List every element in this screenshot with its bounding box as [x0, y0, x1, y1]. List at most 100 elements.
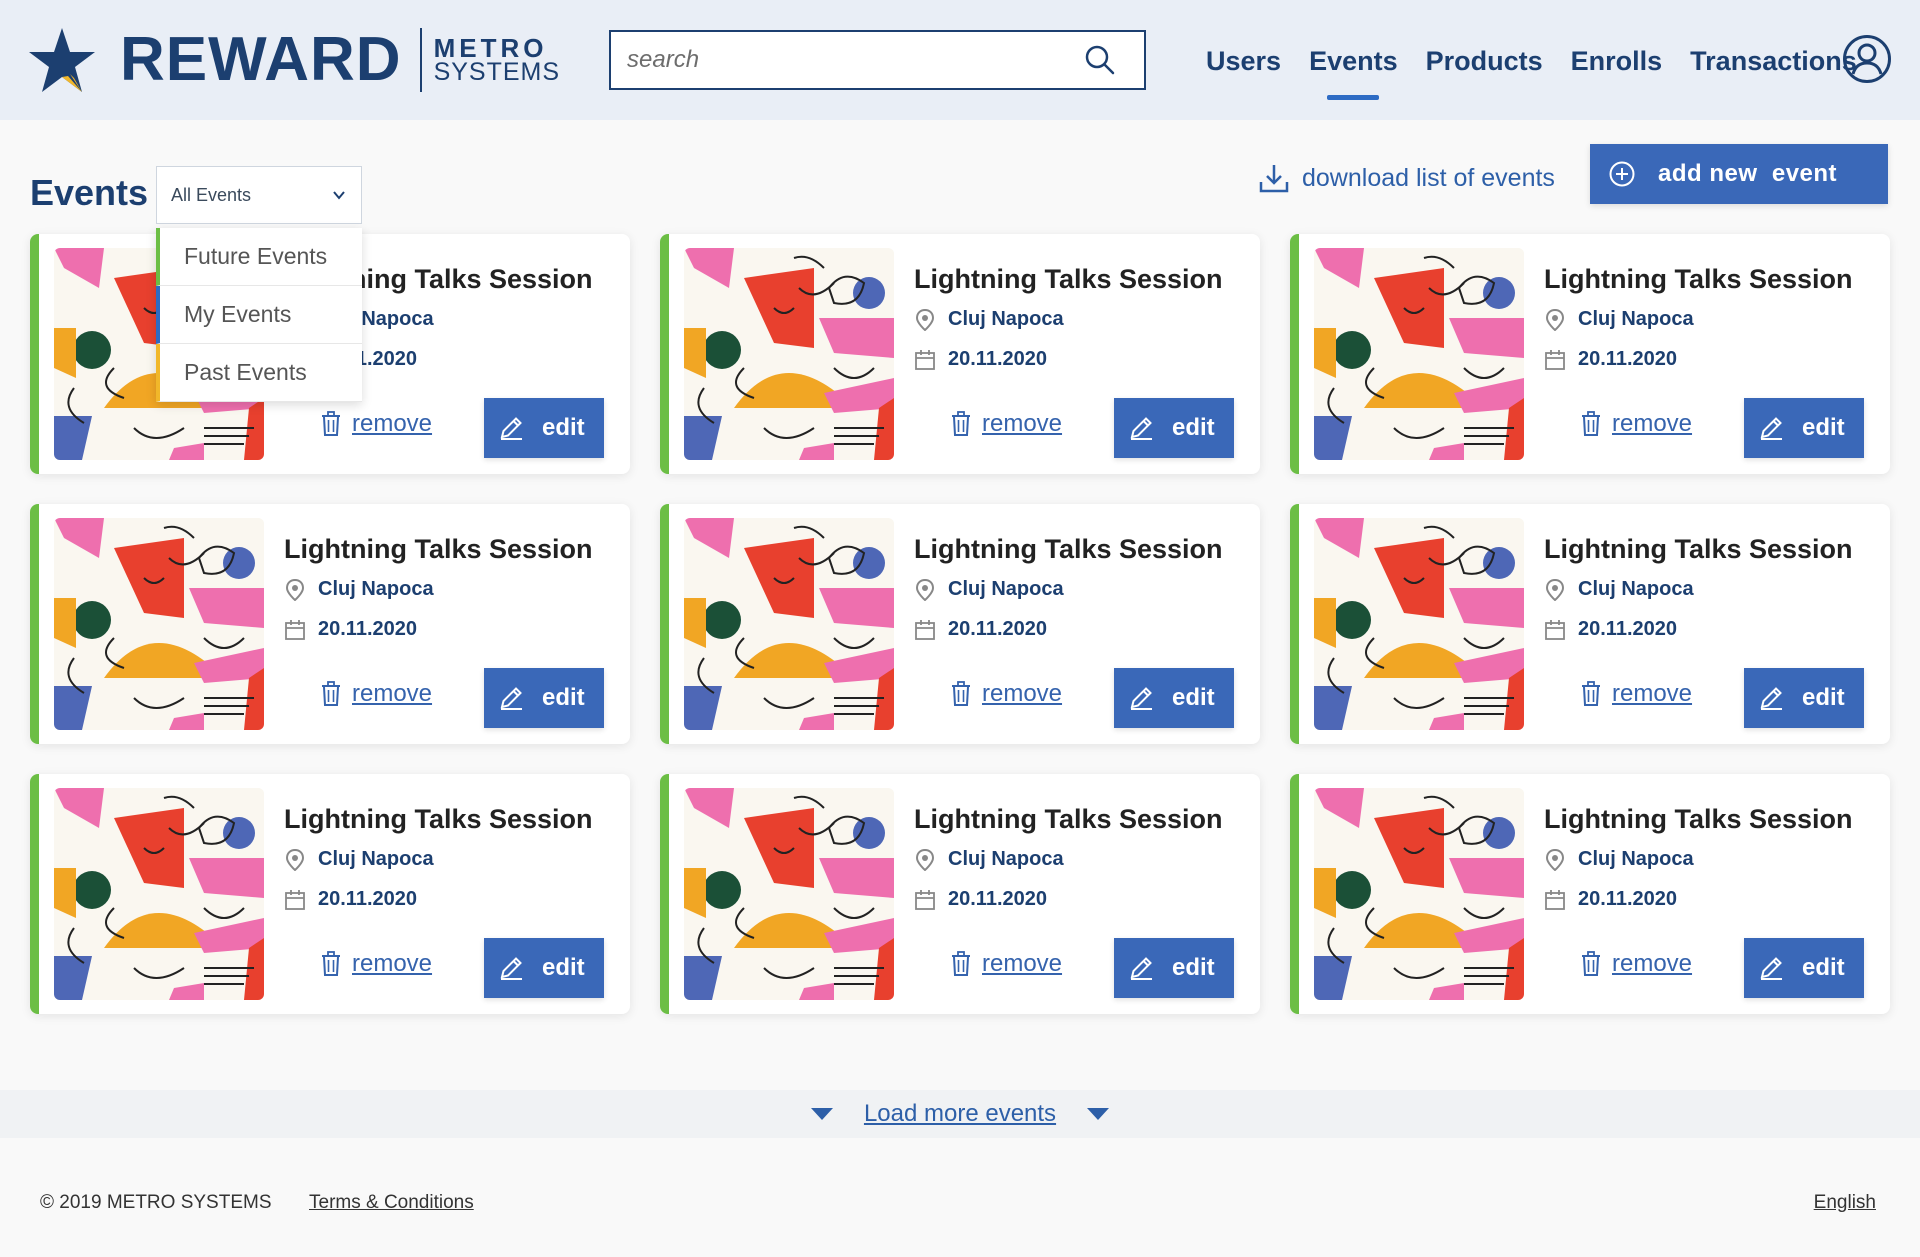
event-image — [684, 518, 894, 730]
remove-label: remove — [982, 680, 1063, 707]
user-account-icon[interactable] — [1842, 34, 1892, 84]
event-date-text: 20.11.2020 — [948, 348, 1047, 370]
pencil-icon — [1760, 687, 1782, 710]
filter-option-past[interactable]: Past Events — [156, 344, 362, 402]
event-date: 20.11.2020 — [284, 618, 417, 641]
calendar-icon — [285, 619, 305, 640]
filter-option-future[interactable]: Future Events — [156, 228, 362, 286]
copyright-text: © 2019 METRO SYSTEMS — [40, 1192, 272, 1213]
event-illustration-icon — [54, 518, 264, 730]
event-illustration-icon — [54, 788, 264, 1000]
brand-name: REWARD — [120, 25, 402, 94]
logo-divider — [419, 28, 422, 92]
edit-event-button[interactable]: edit — [1744, 398, 1864, 458]
remove-event-link[interactable]: remove — [320, 950, 432, 978]
calendar-icon — [915, 349, 935, 370]
event-date-text: 20.11.2020 — [948, 888, 1047, 910]
filter-selected-value: All Events — [171, 184, 252, 205]
edit-event-button[interactable]: edit — [1744, 938, 1864, 998]
nav-events[interactable]: Events — [1309, 42, 1398, 100]
edit-label: edit — [1802, 414, 1845, 441]
remove-event-link[interactable]: remove — [320, 680, 432, 708]
remove-event-link[interactable]: remove — [320, 410, 432, 438]
events-filter-select[interactable]: All Events — [156, 166, 362, 224]
event-location: Cluj Napoca — [1544, 308, 1694, 331]
nav-products[interactable]: Products — [1426, 42, 1543, 80]
remove-label: remove — [1612, 950, 1693, 977]
triangle-down-icon — [1087, 1108, 1110, 1120]
edit-event-button[interactable]: edit — [484, 398, 604, 458]
remove-event-link[interactable]: remove — [950, 680, 1062, 708]
event-title: Lightning Talks Session — [1544, 264, 1853, 294]
location-pin-icon — [915, 308, 935, 331]
remove-event-link[interactable]: remove — [1580, 680, 1692, 708]
location-pin-icon — [1545, 308, 1565, 331]
edit-event-button[interactable]: edit — [484, 668, 604, 728]
calendar-icon — [1545, 349, 1565, 370]
edit-event-button[interactable]: edit — [1744, 668, 1864, 728]
nav-enrolls[interactable]: Enrolls — [1571, 42, 1663, 80]
event-date-text: 20.11.2020 — [1578, 348, 1677, 370]
nav-transactions[interactable]: Transactions — [1690, 42, 1857, 80]
event-card: Lightning Talks Session Cluj Napoca 20.1… — [1290, 504, 1890, 744]
load-more-button[interactable]: Load more events — [810, 1100, 1110, 1128]
event-card: Lightning Talks Session Cluj Napoca 20.1… — [660, 774, 1260, 1014]
top-header: REWARD METRO SYSTEMS Users Events Produc… — [0, 0, 1920, 120]
add-event-button[interactable]: add new event — [1590, 144, 1888, 204]
edit-event-button[interactable]: edit — [1114, 668, 1234, 728]
event-date: 20.11.2020 — [914, 618, 1047, 641]
language-selector[interactable]: English — [1814, 1192, 1876, 1214]
event-illustration-icon — [1314, 788, 1524, 1000]
remove-label: remove — [352, 410, 433, 437]
event-image — [54, 788, 264, 1000]
event-location: Cluj Napoca — [914, 308, 1064, 331]
brand-sub-line-1: METRO — [433, 33, 548, 63]
remove-event-link[interactable]: remove — [950, 410, 1062, 438]
remove-label: remove — [982, 410, 1063, 437]
event-date-text: 20.11.2020 — [1578, 888, 1677, 910]
remove-event-link[interactable]: remove — [1580, 950, 1692, 978]
plus-circle-icon — [1609, 161, 1635, 187]
load-more-bar: Load more events — [0, 1090, 1920, 1138]
event-date: 20.11.2020 — [914, 348, 1047, 371]
remove-label: remove — [982, 950, 1063, 977]
event-location: Cluj Napoca — [914, 848, 1064, 871]
brand-logo[interactable]: REWARD METRO SYSTEMS — [28, 26, 560, 94]
edit-event-button[interactable]: edit — [484, 938, 604, 998]
download-label: download list of events — [1302, 163, 1555, 192]
remove-event-link[interactable]: remove — [950, 950, 1062, 978]
event-image — [1314, 788, 1524, 1000]
trash-icon — [952, 951, 970, 976]
pencil-icon — [1760, 957, 1782, 980]
download-icon — [1259, 165, 1289, 193]
star-logo-icon — [29, 28, 95, 92]
filter-option-mine[interactable]: My Events — [156, 286, 362, 344]
search-icon[interactable] — [1084, 44, 1116, 76]
brand-subtitle: METRO SYSTEMS — [433, 33, 561, 86]
location-pin-icon — [285, 578, 305, 601]
download-events-link[interactable]: download list of events — [1258, 160, 1555, 196]
nav-users[interactable]: Users — [1206, 42, 1281, 80]
brand-sub-line-2: SYSTEMS — [433, 58, 561, 86]
card-status-accent — [660, 774, 669, 1014]
pencil-icon — [1130, 687, 1152, 710]
card-status-accent — [1290, 504, 1299, 744]
edit-label: edit — [1172, 954, 1215, 981]
edit-event-button[interactable]: edit — [1114, 938, 1234, 998]
card-status-accent — [30, 234, 39, 474]
terms-link[interactable]: Terms & Conditions — [309, 1192, 474, 1214]
remove-event-link[interactable]: remove — [1580, 410, 1692, 438]
trash-icon — [1582, 681, 1600, 706]
trash-icon — [952, 681, 970, 706]
event-card: Lightning Talks Session Cluj Napoca 20.1… — [1290, 774, 1890, 1014]
pencil-icon — [500, 417, 522, 440]
event-title: Lightning Talks Session — [1544, 534, 1853, 564]
event-location-text: Cluj Napoca — [1578, 848, 1694, 870]
search-input[interactable] — [611, 32, 1084, 88]
edit-label: edit — [542, 684, 585, 711]
trash-icon — [322, 951, 340, 976]
location-pin-icon — [1545, 578, 1565, 601]
edit-event-button[interactable]: edit — [1114, 398, 1234, 458]
event-date: 20.11.2020 — [914, 888, 1047, 911]
event-image — [1314, 518, 1524, 730]
